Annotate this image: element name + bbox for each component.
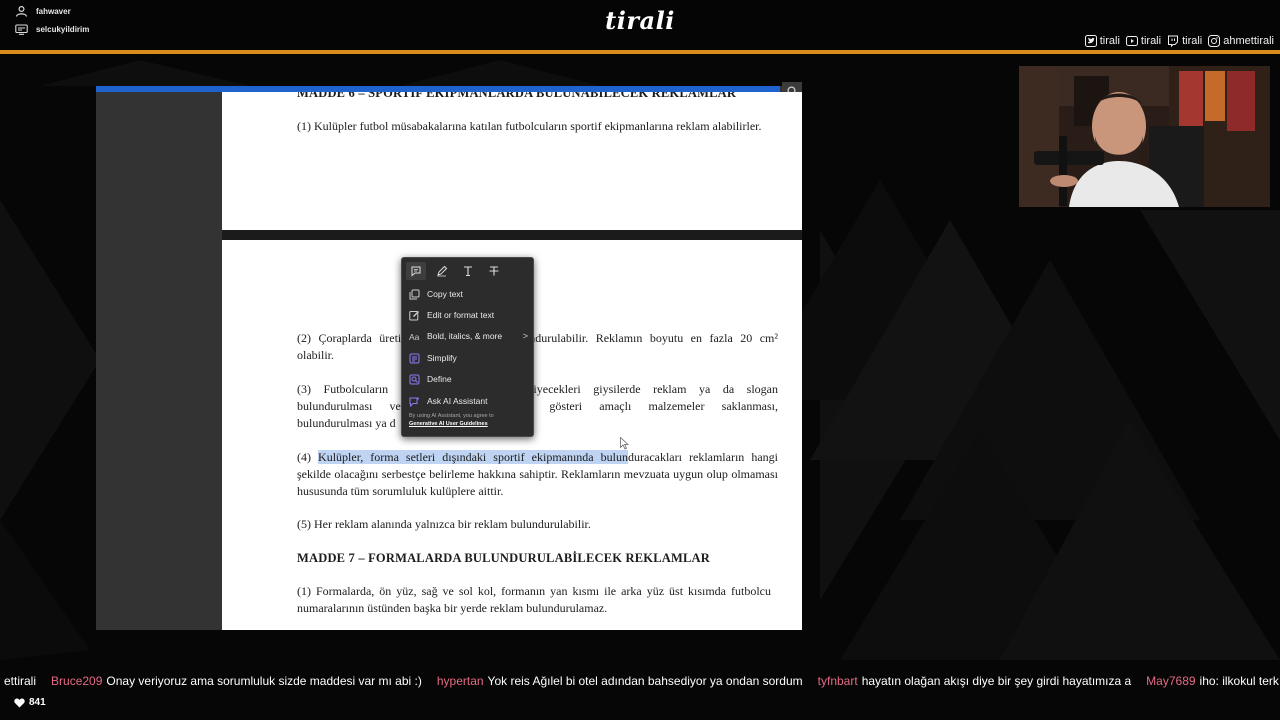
user-icon [15,6,28,17]
heart-icon [14,698,25,707]
chat-username: tyfnbart [817,674,858,688]
paragraph-7-1: (1) Formalarda, ön yüz, sağ ve sol kol, … [297,584,771,615]
menu-edit-format[interactable]: Edit or format text [409,306,531,324]
stream-top-bar: fahwaver selcukyildirim tirali tirali ti… [0,0,1280,52]
font-icon: Aa [409,332,420,342]
social-handle: tirali [1182,35,1203,47]
paragraph-5: (5) Her reklam alanında yalnızca bir rek… [297,517,591,531]
menu-simplify[interactable]: Simplify [409,349,531,367]
chat-message: Bruce209 Onay veriyoruz ama sorumluluk si… [51,674,422,688]
chat-message: May7689 iho: ilkokul terk [1146,674,1279,688]
accent-divider [0,50,1280,54]
text-run: (2) Çoraplarda üreti [297,331,402,345]
text-run: (3) Futbolcuların s [297,382,406,396]
chat-message: ettirali [0,674,36,688]
simplify-icon [409,353,420,363]
define-icon [409,374,420,384]
ai-assistant-icon [409,396,420,407]
channel-logo: tirali [605,6,675,35]
menu-label: Simplify [427,353,457,363]
quick-tools [406,262,504,280]
likes-counter: 841 [14,697,46,708]
article-heading: MADDE 7 – FORMALARDA BULUNDURULABİLECEK … [297,551,710,565]
ai-disclaimer: By using AI Assistant, you agree to Gene… [409,412,531,428]
top-username: fahwaver [36,7,71,16]
article-heading: MADDE 6 – SPORTİF EKİPMANLARDA BULUNABİL… [297,92,737,100]
menu-label: Bold, italics, & more [427,331,503,341]
text-run: (4) [297,450,319,464]
menu-label: Edit or format text [427,310,495,320]
instagram-icon [1208,35,1221,47]
highlight-comment-icon [411,266,421,277]
menu-label: Define [427,374,452,384]
chat-text: Onay veriyoruz ama sorumluluk sizde madd… [106,674,422,688]
social-handle: tirali [1099,35,1120,47]
menu-copy-text[interactable]: Copy text [409,285,531,303]
social-handle: ahmettirali [1223,35,1274,47]
webcam-feed [1019,66,1270,207]
paragraph-2: (2) Çoraplarda üreti undurulabilir. Rekla… [297,330,778,364]
menu-label: Copy text [427,289,463,299]
page-separator [222,230,802,240]
social-twitch: tirali [1167,35,1202,47]
mouse-cursor-icon [620,437,629,450]
menu-bold-italics[interactable]: Aa Bold, italics, & more > [409,327,531,345]
chat-ticker: ettirali Bruce209 Onay veriyoruz ama soru… [0,666,1280,696]
social-handle: tirali [1140,35,1162,47]
chat-message: hypertan Yok reis Ağılel bi otel adından … [437,674,803,688]
menu-ask-ai-assistant[interactable]: Ask AI Assistant [409,392,531,410]
chevron-right-icon: > [522,331,528,341]
youtube-icon [1125,36,1138,46]
social-twitter: tirali [1084,35,1120,47]
selected-text[interactable]: Kulüpler, forma setleri dışındaki sporti… [318,450,628,464]
twitch-icon [1168,35,1179,47]
paragraph-4[interactable]: (4) Kulüpler, forma setleri dışındaki sp… [297,449,778,500]
paragraph-3: (3) Futbolcuların s giyecekleri giysilerd… [297,381,778,432]
strikethrough-icon [489,266,499,276]
text-context-menu: Copy text Edit or format text Aa Bold, i… [401,257,534,437]
chat-text: ettirali [4,674,37,688]
text-tool[interactable] [458,262,478,280]
chat-username: hypertan [436,674,484,688]
menu-define[interactable]: Define [409,370,531,388]
paragraph: (1) Kulüpler futbol müsabakalarına katıl… [297,119,762,133]
highlight-comment-tool[interactable] [406,262,426,280]
draw-icon [437,265,448,277]
chat-text: iho: ilkokul terk [1199,674,1279,688]
pdf-page: MADDE 6 – SPORTİF EKİPMANLARDA BULUNABİL… [222,92,802,230]
ai-guidelines-link[interactable]: Generative AI User Guidelines [409,420,531,428]
chat-message: tyfnbart hayatın olağan akışı diye bir şe… [818,674,1132,688]
strikethrough-tool[interactable] [484,262,504,280]
copy-icon [409,289,420,299]
menu-label: Ask AI Assistant [427,396,488,406]
subscriber-icon [15,24,28,35]
social-links: tirali tirali tirali ahmettirali [1084,35,1274,47]
edit-icon [409,310,419,320]
top-user-2: selcukyildirim [15,24,89,35]
social-youtube: tirali [1125,35,1162,47]
chat-username: Bruce209 [51,674,103,688]
text-icon [464,266,472,277]
ai-disclaimer-text: By using AI Assistant, you agree to [409,413,494,419]
top-user-1: fahwaver [15,6,71,17]
social-instagram: ahmettirali [1208,35,1274,47]
top-username: selcukyildirim [36,25,90,34]
chat-text: Yok reis Ağılel bi otel adından bahsediy… [487,674,803,688]
chat-username: May7689 [1146,674,1196,688]
twitter-icon [1084,35,1097,47]
draw-tool[interactable] [432,262,452,280]
likes-count: 841 [29,697,46,708]
svg-text:Aa: Aa [409,332,420,342]
chat-text: hayatın olağan akışı diye bir şey girdi … [861,674,1132,688]
